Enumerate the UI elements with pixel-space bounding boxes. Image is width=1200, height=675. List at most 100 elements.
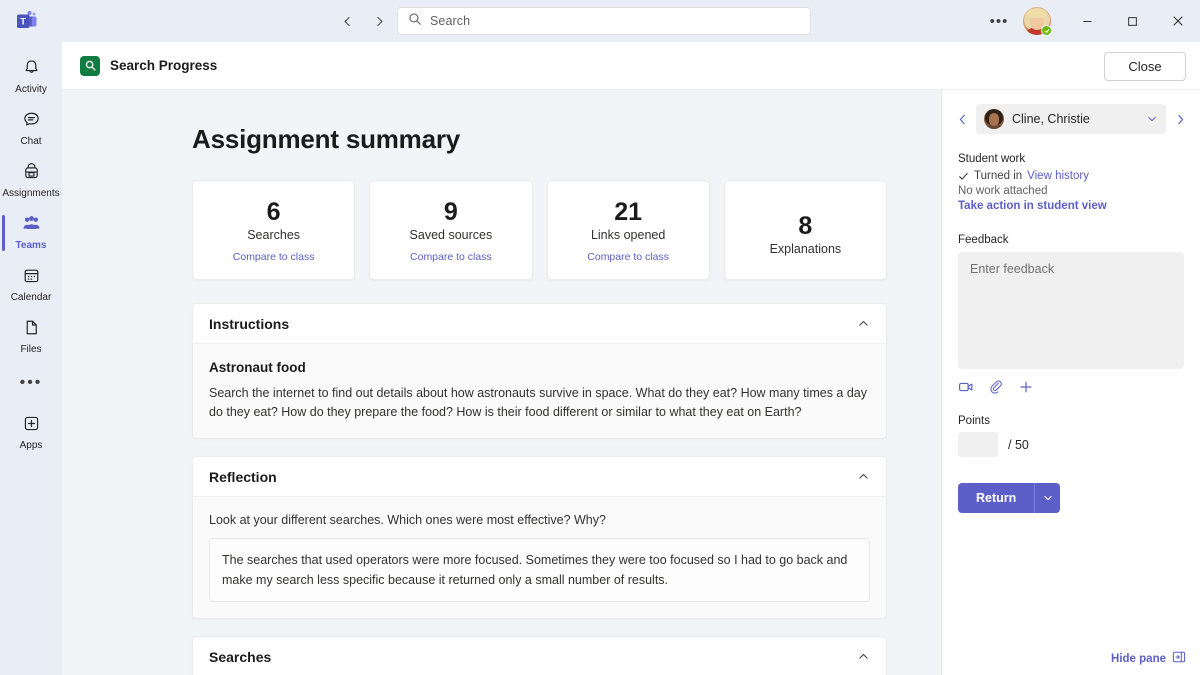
section-title: Reflection [209,468,277,485]
student-navigator: Cline, Christie [942,90,1200,134]
stat-value: 9 [443,197,458,226]
section-body-instructions: Astronaut food Search the internet to fi… [193,344,886,438]
sidebar-item-label: Chat [20,136,42,147]
feedback-toolbar [958,379,1184,395]
student-selector[interactable]: Cline, Christie [976,104,1166,134]
stat-card-explanations: 8 Explanations [723,180,887,280]
minimize-button[interactable] [1065,0,1110,42]
task-title: Astronaut food [209,360,306,375]
stat-value: 8 [798,212,813,240]
forward-button[interactable] [368,10,390,32]
close-button[interactable]: Close [1104,52,1186,81]
sidebar-item-files[interactable]: Files [0,312,62,362]
section-header-instructions[interactable]: Instructions [193,304,886,344]
section-searches: Searches [192,636,887,675]
turned-in-text: Turned in [974,170,1023,182]
section-header-searches[interactable]: Searches [193,637,886,675]
presence-badge-available [1041,25,1052,36]
next-student-button[interactable] [1170,107,1190,131]
window-titlebar: T Search ••• [0,0,1200,42]
sidebar-item-chat[interactable]: Chat [0,104,62,154]
sidebar-item-activity[interactable]: Activity [0,52,62,102]
calendar-icon [22,266,41,290]
sidebar-item-label: Assignments [2,188,60,199]
chevron-up-icon[interactable] [857,470,870,483]
history-nav [336,10,390,32]
stat-label: Saved sources [409,227,493,242]
turned-in-status: Turned in View history [958,170,1184,182]
points-max-label: / 50 [1008,437,1029,452]
student-name: Cline, Christie [1012,112,1090,126]
feedback-label: Feedback [958,234,1009,246]
chevron-up-icon[interactable] [857,650,870,663]
student-avatar [984,109,1004,129]
section-instructions: Instructions Astronaut food Search the i… [192,303,887,439]
chevron-down-icon[interactable] [1146,113,1158,125]
chat-icon [22,110,41,134]
take-action-student-view-link[interactable]: Take action in student view [958,200,1184,212]
page-title: Search Progress [110,58,218,73]
section-reflection: Reflection Look at your different search… [192,456,887,619]
view-history-link[interactable]: View history [1027,170,1089,182]
sidebar-item-apps[interactable]: Apps [0,408,62,458]
sidebar-item-label: Files [20,344,42,355]
assignment-summary-title: Assignment summary [192,124,461,154]
plus-icon[interactable] [1018,379,1034,395]
back-button[interactable] [336,10,358,32]
search-input[interactable]: Search [397,7,811,35]
video-icon[interactable] [958,379,974,395]
app-rail: Activity Chat Assignments Teams Calendar… [0,42,62,675]
stat-label: Links opened [590,227,666,242]
no-work-attached-text: No work attached [958,185,1048,197]
return-dropdown-button[interactable] [1034,483,1061,513]
compare-to-class-link[interactable]: Compare to class [233,251,315,263]
settings-more-button[interactable]: ••• [985,7,1013,35]
points-row: / 50 [958,432,1184,457]
search-progress-app-icon [80,55,100,76]
reflection-question: Look at your different searches. Which o… [209,513,606,527]
close-window-button[interactable] [1155,0,1200,42]
avatar[interactable] [1023,7,1052,36]
svg-text:T: T [20,17,26,28]
teams-logo-icon: T [14,9,40,33]
return-button[interactable]: Return [958,483,1035,513]
stat-card-searches: 6 Searches Compare to class [192,180,356,280]
stat-value: 21 [614,197,643,226]
sidebar-item-calendar[interactable]: Calendar [0,260,62,310]
stat-value: 6 [266,197,281,226]
grading-pane: Cline, Christie Student work Turned in V… [941,90,1200,675]
paperclip-icon[interactable] [988,379,1004,395]
sidebar-item-label: Calendar [10,292,52,303]
hide-pane-icon [1172,650,1186,667]
points-label: Points [958,415,990,427]
compare-to-class-link[interactable]: Compare to class [410,251,492,263]
maximize-button[interactable] [1110,0,1155,42]
hide-pane-button[interactable]: Hide pane [1111,650,1186,667]
student-work-label: Student work [958,153,1026,165]
task-description: Search the internet to find out details … [209,386,868,419]
app-header-bar: Search Progress Close [62,42,1200,90]
compare-to-class-link[interactable]: Compare to class [587,251,669,263]
bell-icon [22,58,41,82]
sidebar-item-label: Teams [15,240,47,251]
backpack-icon [22,162,41,186]
previous-student-button[interactable] [952,107,972,131]
rail-more-apps-button[interactable]: ••• [0,364,62,402]
feedback-input[interactable]: Enter feedback [958,252,1184,369]
main-content: Assignment summary 6 Searches Compare to… [62,90,941,675]
hide-pane-label: Hide pane [1111,652,1166,665]
return-button-group: Return [958,483,1184,513]
stats-row: 6 Searches Compare to class 9 Saved sour… [192,180,887,280]
file-icon [22,318,41,342]
check-icon [958,171,969,182]
stat-card-saved-sources: 9 Saved sources Compare to class [369,180,533,280]
sidebar-item-assignments[interactable]: Assignments [0,156,62,206]
sidebar-item-teams[interactable]: Teams [0,208,62,258]
section-title: Searches [209,648,272,665]
chevron-up-icon[interactable] [857,317,870,330]
points-input[interactable] [958,432,998,457]
section-header-reflection[interactable]: Reflection [193,457,886,497]
section-title: Instructions [209,315,290,332]
section-body-reflection: Look at your different searches. Which o… [193,497,886,618]
stat-label: Searches [247,227,301,242]
